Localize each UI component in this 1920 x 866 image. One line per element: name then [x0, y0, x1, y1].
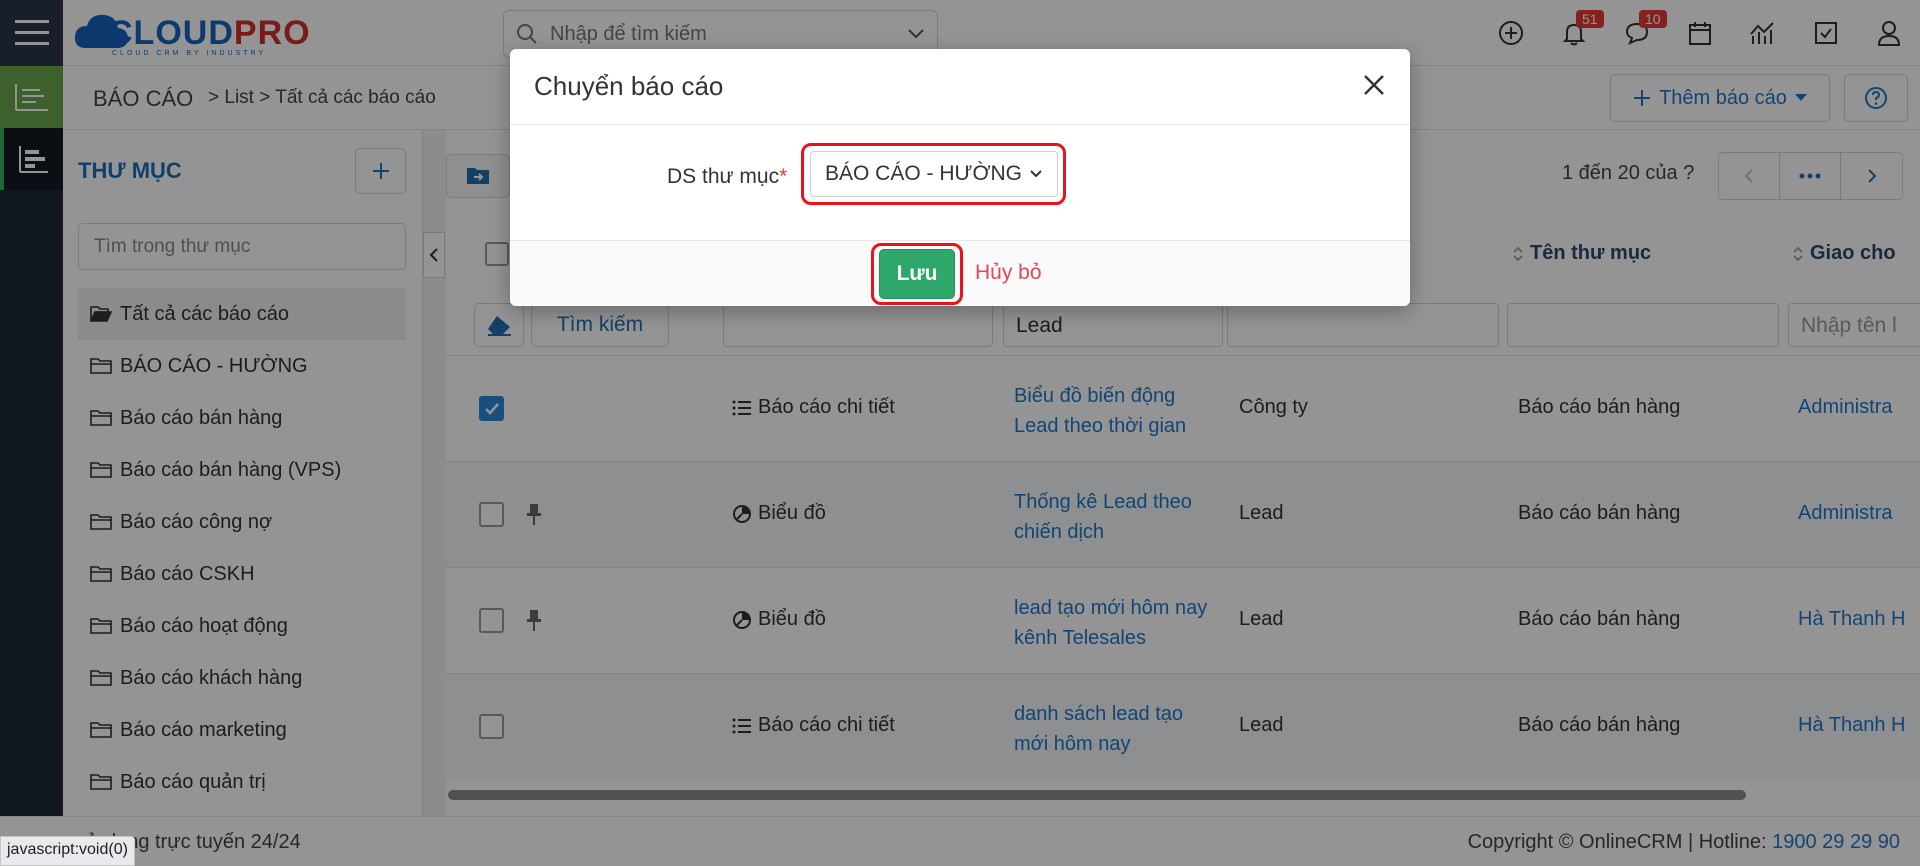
- folder-field-label: DS thư mục*: [667, 165, 788, 188]
- selected-folder: BÁO CÁO - HƯỜNG: [825, 162, 1022, 185]
- required-mark: *: [779, 165, 788, 188]
- close-icon[interactable]: [1358, 69, 1390, 101]
- chevron-down-icon: [1029, 169, 1043, 179]
- cancel-link[interactable]: Hủy bỏ: [975, 261, 1042, 285]
- dialog-title: Chuyển báo cáo: [534, 71, 724, 101]
- folder-select[interactable]: BÁO CÁO - HƯỜNG: [810, 151, 1058, 197]
- move-report-dialog: Chuyển báo cáo DS thư mục* BÁO CÁO - HƯỜ…: [510, 49, 1410, 306]
- status-url: javascript:void(0): [0, 836, 135, 866]
- save-button[interactable]: Lưu: [879, 249, 955, 299]
